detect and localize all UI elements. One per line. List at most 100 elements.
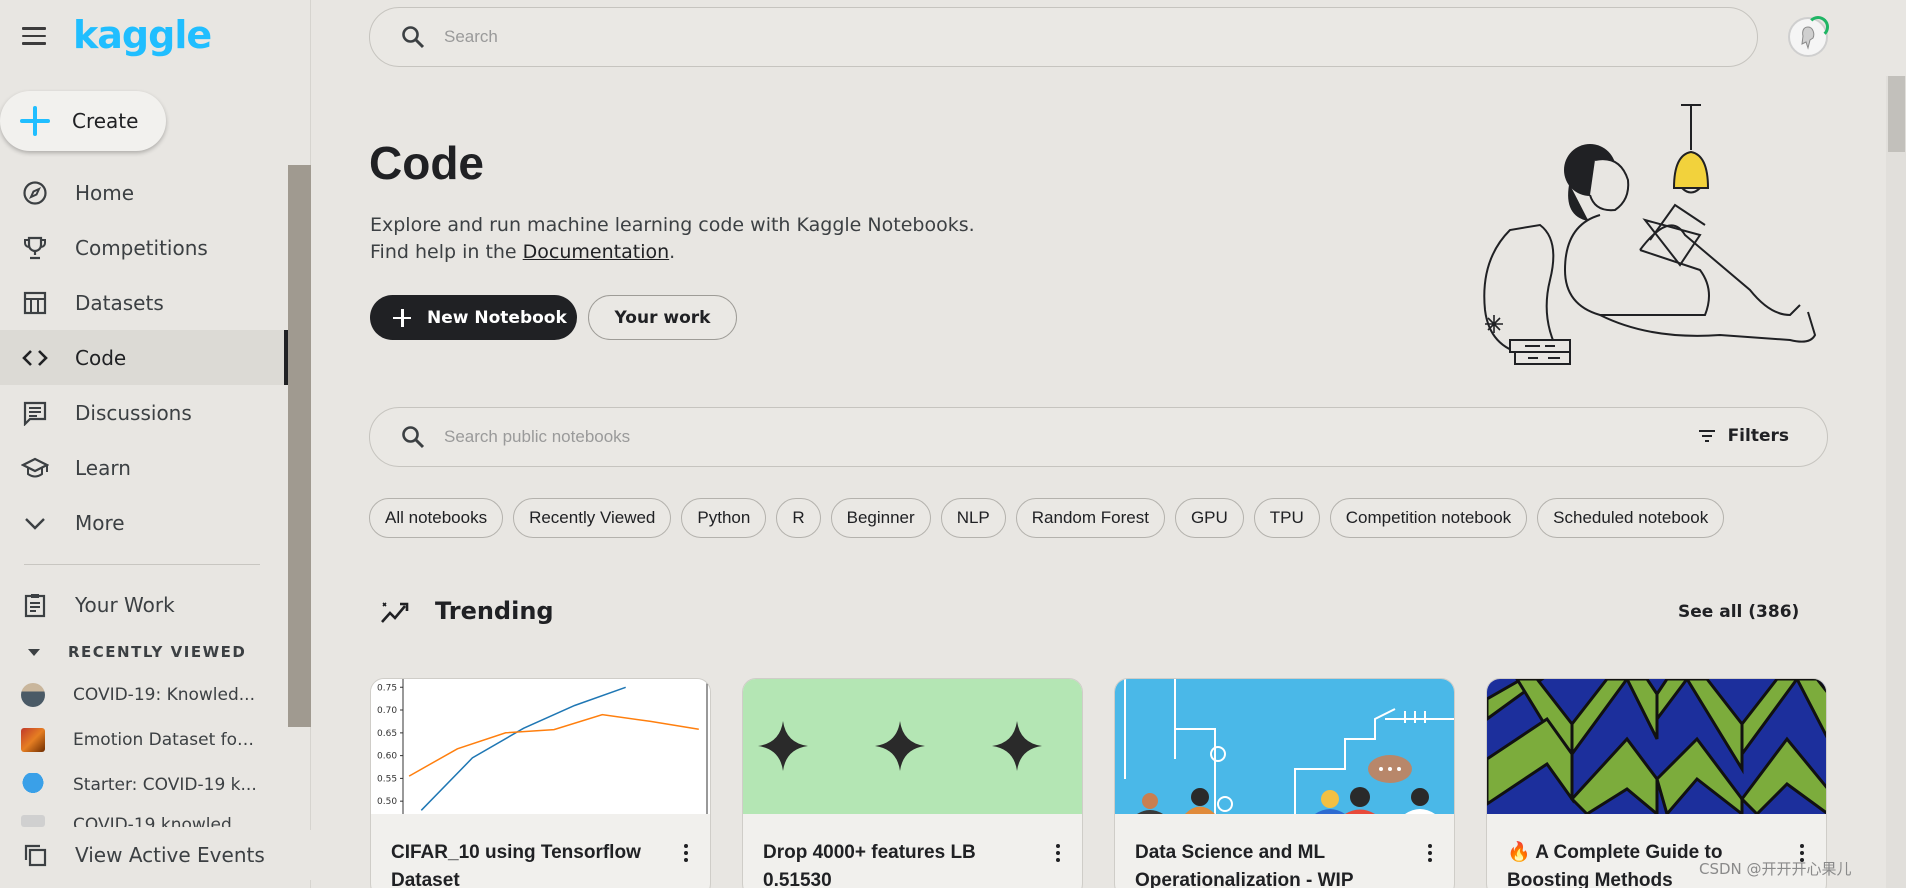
chip-gpu[interactable]: GPU bbox=[1174, 498, 1244, 538]
filter-chips: All notebooks Recently Viewed Python R B… bbox=[369, 498, 1725, 538]
sidebar-nav: Home Competitions Datasets Code Discussi… bbox=[0, 165, 288, 827]
notebook-card[interactable]: Data Science and ML Operationalization -… bbox=[1114, 678, 1455, 888]
notebook-card[interactable]: 0.75 0.70 0.65 0.60 0.55 0.50 CIFAR_10 using … bbox=[370, 678, 711, 888]
chart-series-line bbox=[408, 713, 699, 777]
plus-icon bbox=[393, 308, 411, 327]
sidebar-item-label: Competitions bbox=[75, 235, 208, 260]
sidebar-item-more[interactable]: More bbox=[0, 495, 288, 550]
search-icon bbox=[400, 24, 426, 50]
copy-icon bbox=[21, 841, 49, 869]
subtitle-prefix: Find help in the bbox=[370, 241, 523, 263]
notebook-thumbnail bbox=[21, 815, 45, 827]
your-work-button[interactable]: Your work bbox=[588, 295, 737, 340]
subtitle-line: Find help in the Documentation. bbox=[370, 239, 975, 266]
notebook-card[interactable]: 🔥 A Complete Guide to Boosting Methods bbox=[1486, 678, 1827, 888]
chat-icon bbox=[21, 399, 49, 427]
fire-icon: 🔥 bbox=[1507, 842, 1531, 863]
sidebar-item-home[interactable]: Home bbox=[0, 165, 288, 220]
sidebar-item-competitions[interactable]: Competitions bbox=[0, 220, 288, 275]
chip-nlp[interactable]: NLP bbox=[940, 498, 1006, 538]
documentation-link[interactable]: Documentation bbox=[523, 241, 669, 263]
notebook-thumbnail: 0.75 0.70 0.65 0.60 0.55 0.50 bbox=[371, 679, 710, 814]
new-notebook-button[interactable]: New Notebook bbox=[370, 295, 577, 340]
sidebar-scrollbar[interactable] bbox=[288, 165, 311, 727]
chip-tpu[interactable]: TPU bbox=[1253, 498, 1320, 538]
sidebar-item-label: Datasets bbox=[75, 290, 164, 315]
compass-icon bbox=[21, 179, 49, 207]
sidebar-item-learn[interactable]: Learn bbox=[0, 440, 288, 495]
notebook-thumbnail bbox=[743, 679, 1082, 814]
page-subtitle: Explore and run machine learning code wi… bbox=[370, 212, 975, 266]
chevron-down-icon bbox=[21, 509, 49, 537]
create-label: Create bbox=[72, 109, 139, 133]
chart-tick-label: 0.60 bbox=[377, 752, 397, 762]
recently-viewed-item[interactable]: Emotion Dataset for ... bbox=[0, 717, 288, 762]
page-scrollbar-track[interactable] bbox=[1886, 76, 1906, 888]
chip-recently-viewed[interactable]: Recently Viewed bbox=[513, 498, 672, 538]
recently-viewed-label: Starter: COVID-19 k... bbox=[73, 774, 257, 795]
caret-down-icon bbox=[28, 648, 40, 656]
recently-viewed-item[interactable]: COVID-19 knowledg... bbox=[0, 807, 288, 827]
chip-beginner[interactable]: Beginner bbox=[830, 498, 931, 538]
chart-tick-label: 0.55 bbox=[377, 774, 397, 784]
notebook-search-bar[interactable]: Filters bbox=[369, 407, 1828, 467]
notebook-title-text: A Complete Guide to Boosting Methods bbox=[1507, 842, 1723, 888]
chip-all-notebooks[interactable]: All notebooks bbox=[369, 498, 504, 538]
sidebar: kaggle Create Home Competitions Datasets bbox=[0, 0, 311, 888]
subtitle-suffix: . bbox=[669, 241, 676, 263]
sidebar-item-label: Your Work bbox=[75, 592, 175, 617]
sidebar-item-discussions[interactable]: Discussions bbox=[0, 385, 288, 440]
global-search-bar[interactable] bbox=[369, 7, 1758, 67]
user-avatar-icon bbox=[1801, 26, 1815, 50]
create-button[interactable]: Create bbox=[0, 91, 166, 151]
more-options-icon[interactable] bbox=[684, 844, 690, 864]
kaggle-logo[interactable]: kaggle bbox=[73, 13, 212, 57]
sidebar-divider bbox=[24, 564, 260, 565]
view-active-events-button[interactable]: View Active Events bbox=[0, 830, 311, 880]
recently-viewed-heading: RECENTLY VIEWED bbox=[68, 643, 247, 661]
sidebar-item-label: Code bbox=[75, 345, 127, 370]
notebook-search-input[interactable] bbox=[444, 427, 1624, 447]
chart-series-line bbox=[420, 686, 626, 811]
clipboard-icon bbox=[21, 591, 49, 619]
trophy-icon bbox=[21, 234, 49, 262]
chip-scheduled-notebook[interactable]: Scheduled notebook bbox=[1537, 498, 1725, 538]
filters-button[interactable]: Filters bbox=[1698, 426, 1789, 446]
page-scrollbar-thumb[interactable] bbox=[1888, 76, 1905, 152]
menu-icon[interactable] bbox=[22, 27, 46, 47]
plus-icon bbox=[18, 104, 52, 138]
chart-tick-label: 0.50 bbox=[377, 797, 397, 807]
search-icon bbox=[400, 424, 426, 450]
notebook-card[interactable]: Drop 4000+ features LB 0.51530 bbox=[742, 678, 1083, 888]
chip-competition-notebook[interactable]: Competition notebook bbox=[1329, 498, 1528, 538]
recently-viewed-label: COVID-19 knowledg... bbox=[73, 815, 258, 827]
recently-viewed-item[interactable]: Starter: COVID-19 k... bbox=[0, 762, 288, 807]
see-all-link[interactable]: See all (386) bbox=[1678, 602, 1799, 622]
notebook-title: Drop 4000+ features LB 0.51530 bbox=[763, 842, 976, 888]
user-avatar[interactable] bbox=[1788, 16, 1829, 57]
search-input[interactable] bbox=[444, 27, 1644, 47]
chip-r[interactable]: R bbox=[776, 498, 821, 538]
subtitle-line: Explore and run machine learning code wi… bbox=[370, 214, 975, 236]
graduation-cap-icon bbox=[21, 454, 49, 482]
code-icon bbox=[21, 344, 49, 372]
more-options-icon[interactable] bbox=[1428, 844, 1434, 864]
filters-label: Filters bbox=[1727, 426, 1789, 446]
sidebar-item-datasets[interactable]: Datasets bbox=[0, 275, 288, 330]
more-options-icon[interactable] bbox=[1056, 844, 1062, 864]
sidebar-item-code[interactable]: Code bbox=[0, 330, 288, 385]
notebook-thumbnail bbox=[1115, 679, 1454, 814]
chip-python[interactable]: Python bbox=[681, 498, 767, 538]
recently-viewed-label: Emotion Dataset for ... bbox=[73, 729, 258, 750]
dataset-thumbnail bbox=[21, 727, 45, 752]
recently-viewed-toggle[interactable]: RECENTLY VIEWED bbox=[0, 632, 288, 672]
chart-axis bbox=[402, 679, 708, 814]
chip-random-forest[interactable]: Random Forest bbox=[1015, 498, 1165, 538]
page-title: Code bbox=[369, 137, 484, 189]
recently-viewed-label: COVID-19: Knowled... bbox=[73, 684, 255, 705]
hero-illustration bbox=[1483, 104, 1817, 365]
accuracy-line-chart: 0.75 0.70 0.65 0.60 0.55 0.50 bbox=[377, 679, 708, 814]
sidebar-item-your-work[interactable]: Your Work bbox=[0, 577, 288, 632]
recently-viewed-item[interactable]: COVID-19: Knowled... bbox=[0, 672, 288, 717]
chart-tick-label: 0.75 bbox=[377, 683, 397, 693]
